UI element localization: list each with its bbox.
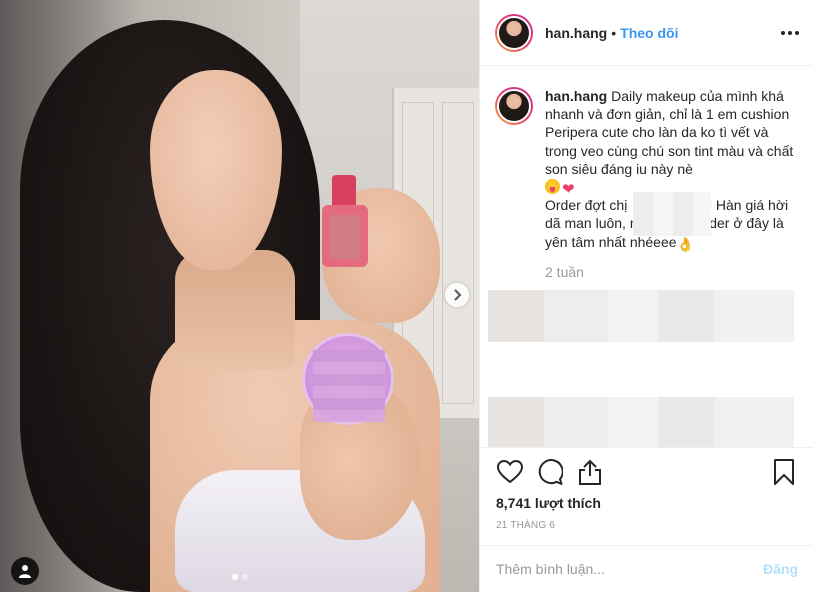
photo-subject-neck (175, 250, 295, 370)
post-username[interactable]: han.hang (545, 25, 607, 41)
post-photo[interactable] (0, 0, 479, 592)
user-icon (19, 565, 31, 578)
chevron-right-icon (454, 289, 462, 301)
avatar[interactable] (495, 87, 533, 125)
caption-text: Order đợt chị (545, 197, 628, 214)
cushion-product (302, 333, 394, 425)
caption: han.hang Daily makeup của mình khá nhanh… (480, 67, 813, 281)
carousel-indicator (232, 574, 248, 580)
post-actions: 8,741 lượt thích 21 THÁNG 6 (480, 447, 813, 531)
carousel-dot (242, 574, 248, 580)
more-options-icon[interactable] (781, 30, 799, 35)
caption-time: 2 tuần (545, 263, 584, 280)
follow-button[interactable]: Theo dõi (620, 25, 678, 41)
redacted-area (633, 192, 712, 237)
caption-body: han.hang Daily makeup của mình khá nhanh… (545, 87, 798, 281)
tagged-users-button[interactable] (11, 557, 39, 585)
header-separator: • (611, 24, 617, 41)
post-side-panel: han.hang • Theo dõi han.hang Daily makeu… (479, 0, 813, 592)
ok-hand-emoji-icon: 👌 (676, 235, 694, 252)
tongue-emoji-icon (545, 179, 560, 195)
share-icon[interactable] (576, 458, 604, 486)
comments-area[interactable]: han.hang Daily makeup của mình khá nhanh… (480, 67, 813, 447)
likes-count[interactable]: 8,741 lượt thích (496, 495, 798, 511)
avatar[interactable] (495, 13, 533, 52)
comment-box: Đăng (480, 545, 813, 592)
blurred-comment (488, 397, 794, 447)
lip-tint-product (322, 175, 368, 267)
carousel-dot-active (232, 574, 238, 580)
comment-icon[interactable] (536, 458, 564, 486)
post-header: han.hang • Theo dõi (480, 0, 813, 66)
caption-username[interactable]: han.hang (545, 88, 607, 104)
comment-input[interactable] (496, 561, 763, 577)
heart-emoji-icon: ❤ (562, 181, 575, 199)
bookmark-icon[interactable] (770, 458, 798, 486)
post-comment-button[interactable]: Đăng (763, 561, 798, 577)
action-icons (496, 458, 798, 486)
blurred-comment (488, 290, 794, 342)
post-date[interactable]: 21 THÁNG 6 (496, 520, 798, 531)
next-slide-button[interactable] (445, 283, 469, 307)
heart-icon[interactable] (496, 458, 524, 486)
